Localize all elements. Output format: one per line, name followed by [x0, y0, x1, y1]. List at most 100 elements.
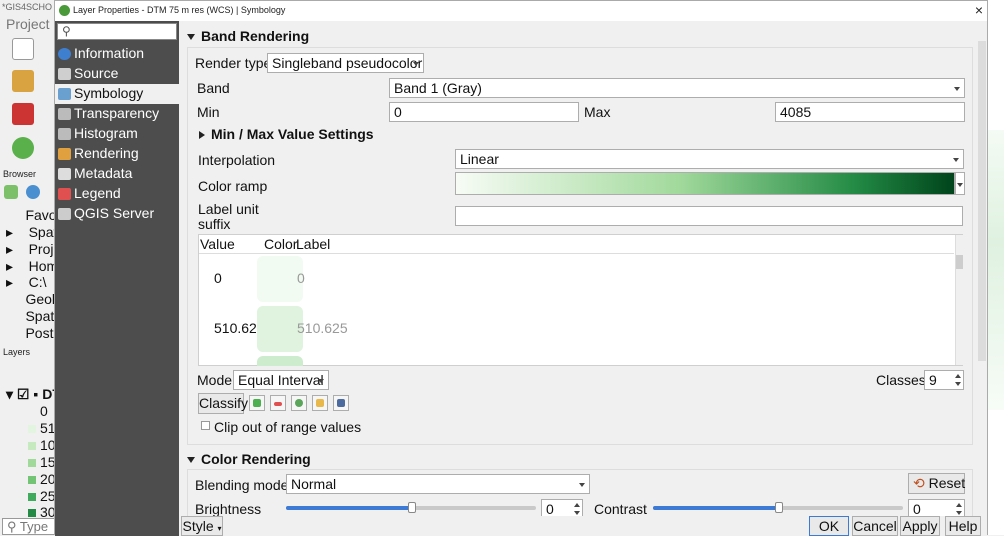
sidebar-item-source[interactable]: Source [55, 64, 179, 84]
column-header-color[interactable]: Color [264, 236, 297, 252]
color-ramp-button[interactable] [455, 172, 955, 195]
slider-handle[interactable] [775, 502, 783, 513]
blending-mode-select[interactable]: Normal [286, 474, 590, 494]
remove-class-button[interactable] [270, 395, 286, 411]
color-swatch[interactable] [257, 356, 303, 366]
zoom-icon[interactable] [12, 137, 34, 159]
color-ramp-dropdown[interactable] [955, 172, 965, 195]
load-colormap-button[interactable] [312, 395, 328, 411]
sidebar-item-symbology[interactable]: Symbology [55, 84, 179, 104]
table-row[interactable]: 0 0 [199, 254, 955, 304]
legend-value: 25 [28, 488, 56, 504]
sidebar-item-legend[interactable]: Legend [55, 184, 179, 204]
sidebar-search-input[interactable]: ⚲ [57, 23, 177, 40]
cell-value[interactable]: 0 [214, 270, 222, 286]
interpolation-select[interactable]: Linear [455, 149, 964, 169]
max-input[interactable]: 4085 [775, 102, 965, 122]
color-rendering-header[interactable]: Color Rendering [187, 451, 311, 467]
refresh-icon[interactable] [26, 185, 40, 199]
contrast-slider[interactable] [653, 502, 903, 513]
scrollbar-thumb[interactable] [978, 41, 986, 361]
magnet-icon[interactable] [12, 103, 34, 125]
browser-item[interactable]: ▸ C:\ [6, 274, 46, 291]
brightness-slider[interactable] [286, 502, 536, 513]
sidebar-item-rendering[interactable]: Rendering [55, 144, 179, 164]
sidebar-item-information[interactable]: Information [55, 44, 179, 64]
sidebar-item-histogram[interactable]: Histogram [55, 124, 179, 144]
layer-item[interactable]: ▾ ☑ ▪ DT [6, 386, 61, 403]
sidebar-item-metadata[interactable]: Metadata [55, 164, 179, 184]
add-browser-icon[interactable] [4, 185, 18, 199]
panel-scrollbar[interactable] [977, 41, 987, 516]
new-project-icon[interactable] [12, 38, 34, 60]
locator-search[interactable]: ⚲ Type [2, 518, 56, 535]
mode-label: Mode [197, 372, 233, 388]
legend-value: 0 [40, 403, 48, 419]
spin-up-icon[interactable] [956, 503, 962, 507]
render-type-select[interactable]: Singleband pseudocolor [267, 53, 424, 73]
plus-icon [253, 399, 261, 407]
menu-project[interactable]: Project [6, 16, 50, 32]
brightness-spinbox[interactable]: 0 [541, 499, 583, 516]
label-unit-suffix-input[interactable] [455, 206, 963, 226]
add-layer-icon[interactable] [12, 70, 34, 92]
rendering-icon [58, 148, 71, 160]
table-row[interactable] [199, 354, 955, 366]
table-row[interactable]: 510.625 510.625 [199, 304, 955, 354]
layers-panel-label: Layers [3, 347, 31, 357]
browser-item[interactable]: Favo [6, 207, 56, 223]
invert-order-button[interactable] [291, 395, 307, 411]
sidebar-item-qgis-server[interactable]: QGIS Server [55, 204, 179, 224]
browser-item[interactable]: Post [6, 325, 53, 341]
cell-value[interactable]: 510.625 [214, 320, 256, 336]
save-icon [337, 399, 345, 407]
cancel-button[interactable]: Cancel [852, 516, 898, 536]
mode-select[interactable]: Equal Interval [233, 370, 329, 390]
style-menu-button[interactable]: Style ▾ [181, 516, 223, 536]
apply-button[interactable]: Apply [900, 516, 940, 536]
column-header-label[interactable]: Label [296, 236, 330, 252]
add-class-button[interactable] [249, 395, 265, 411]
column-header-value[interactable]: Value [200, 236, 235, 252]
dialog-button-bar: Style ▾ OK Cancel Apply Help [179, 516, 987, 536]
sidebar-item-transparency[interactable]: Transparency [55, 104, 179, 124]
cell-label[interactable]: 510.625 [297, 320, 348, 336]
ok-button[interactable]: OK [809, 516, 849, 536]
qgis-logo-icon [59, 5, 70, 16]
table-header: Value Color Label [199, 235, 954, 254]
browser-item[interactable]: ▸ Proj [6, 241, 54, 258]
export-colormap-button[interactable] [333, 395, 349, 411]
spin-up-icon[interactable] [574, 503, 580, 507]
band-label: Band [197, 80, 230, 96]
server-icon [58, 208, 71, 220]
symbology-icon [58, 88, 71, 100]
spin-up-icon[interactable] [955, 374, 961, 378]
spin-down-icon[interactable] [574, 511, 580, 515]
browser-item[interactable]: ▸ Hom [6, 258, 58, 275]
scrollbar-thumb[interactable] [956, 255, 963, 269]
search-icon: ⚲ [62, 24, 71, 38]
close-button[interactable]: × [971, 2, 987, 18]
legend-value: 10 [28, 437, 56, 453]
spin-down-icon[interactable] [956, 511, 962, 515]
contrast-spinbox[interactable]: 0 [908, 499, 965, 516]
band-rendering-header[interactable]: Band Rendering [187, 28, 309, 44]
spin-down-icon[interactable] [955, 382, 961, 386]
clip-checkbox[interactable] [201, 421, 210, 430]
help-button[interactable]: Help [945, 516, 981, 536]
table-body: 0 0 510.625 510.625 [199, 254, 955, 366]
browser-item[interactable]: Geol [6, 291, 55, 307]
classes-table[interactable]: Value Color Label 0 0 510.625 510.625 [198, 234, 963, 366]
min-input[interactable]: 0 [389, 102, 579, 122]
browser-item[interactable]: ▸ Spat [6, 224, 57, 241]
classify-button[interactable]: Classify [198, 393, 248, 414]
reset-button[interactable]: ⟲ Reset [908, 473, 965, 494]
cell-label[interactable]: 0 [297, 270, 305, 286]
minmax-settings-header[interactable]: Min / Max Value Settings [199, 126, 374, 142]
classes-spinbox[interactable]: 9 [924, 370, 964, 390]
chevron-down-icon [318, 379, 324, 383]
browser-item[interactable]: Spat [6, 308, 54, 324]
slider-handle[interactable] [408, 502, 416, 513]
table-scrollbar[interactable] [955, 235, 963, 365]
band-select[interactable]: Band 1 (Gray) [389, 78, 965, 98]
